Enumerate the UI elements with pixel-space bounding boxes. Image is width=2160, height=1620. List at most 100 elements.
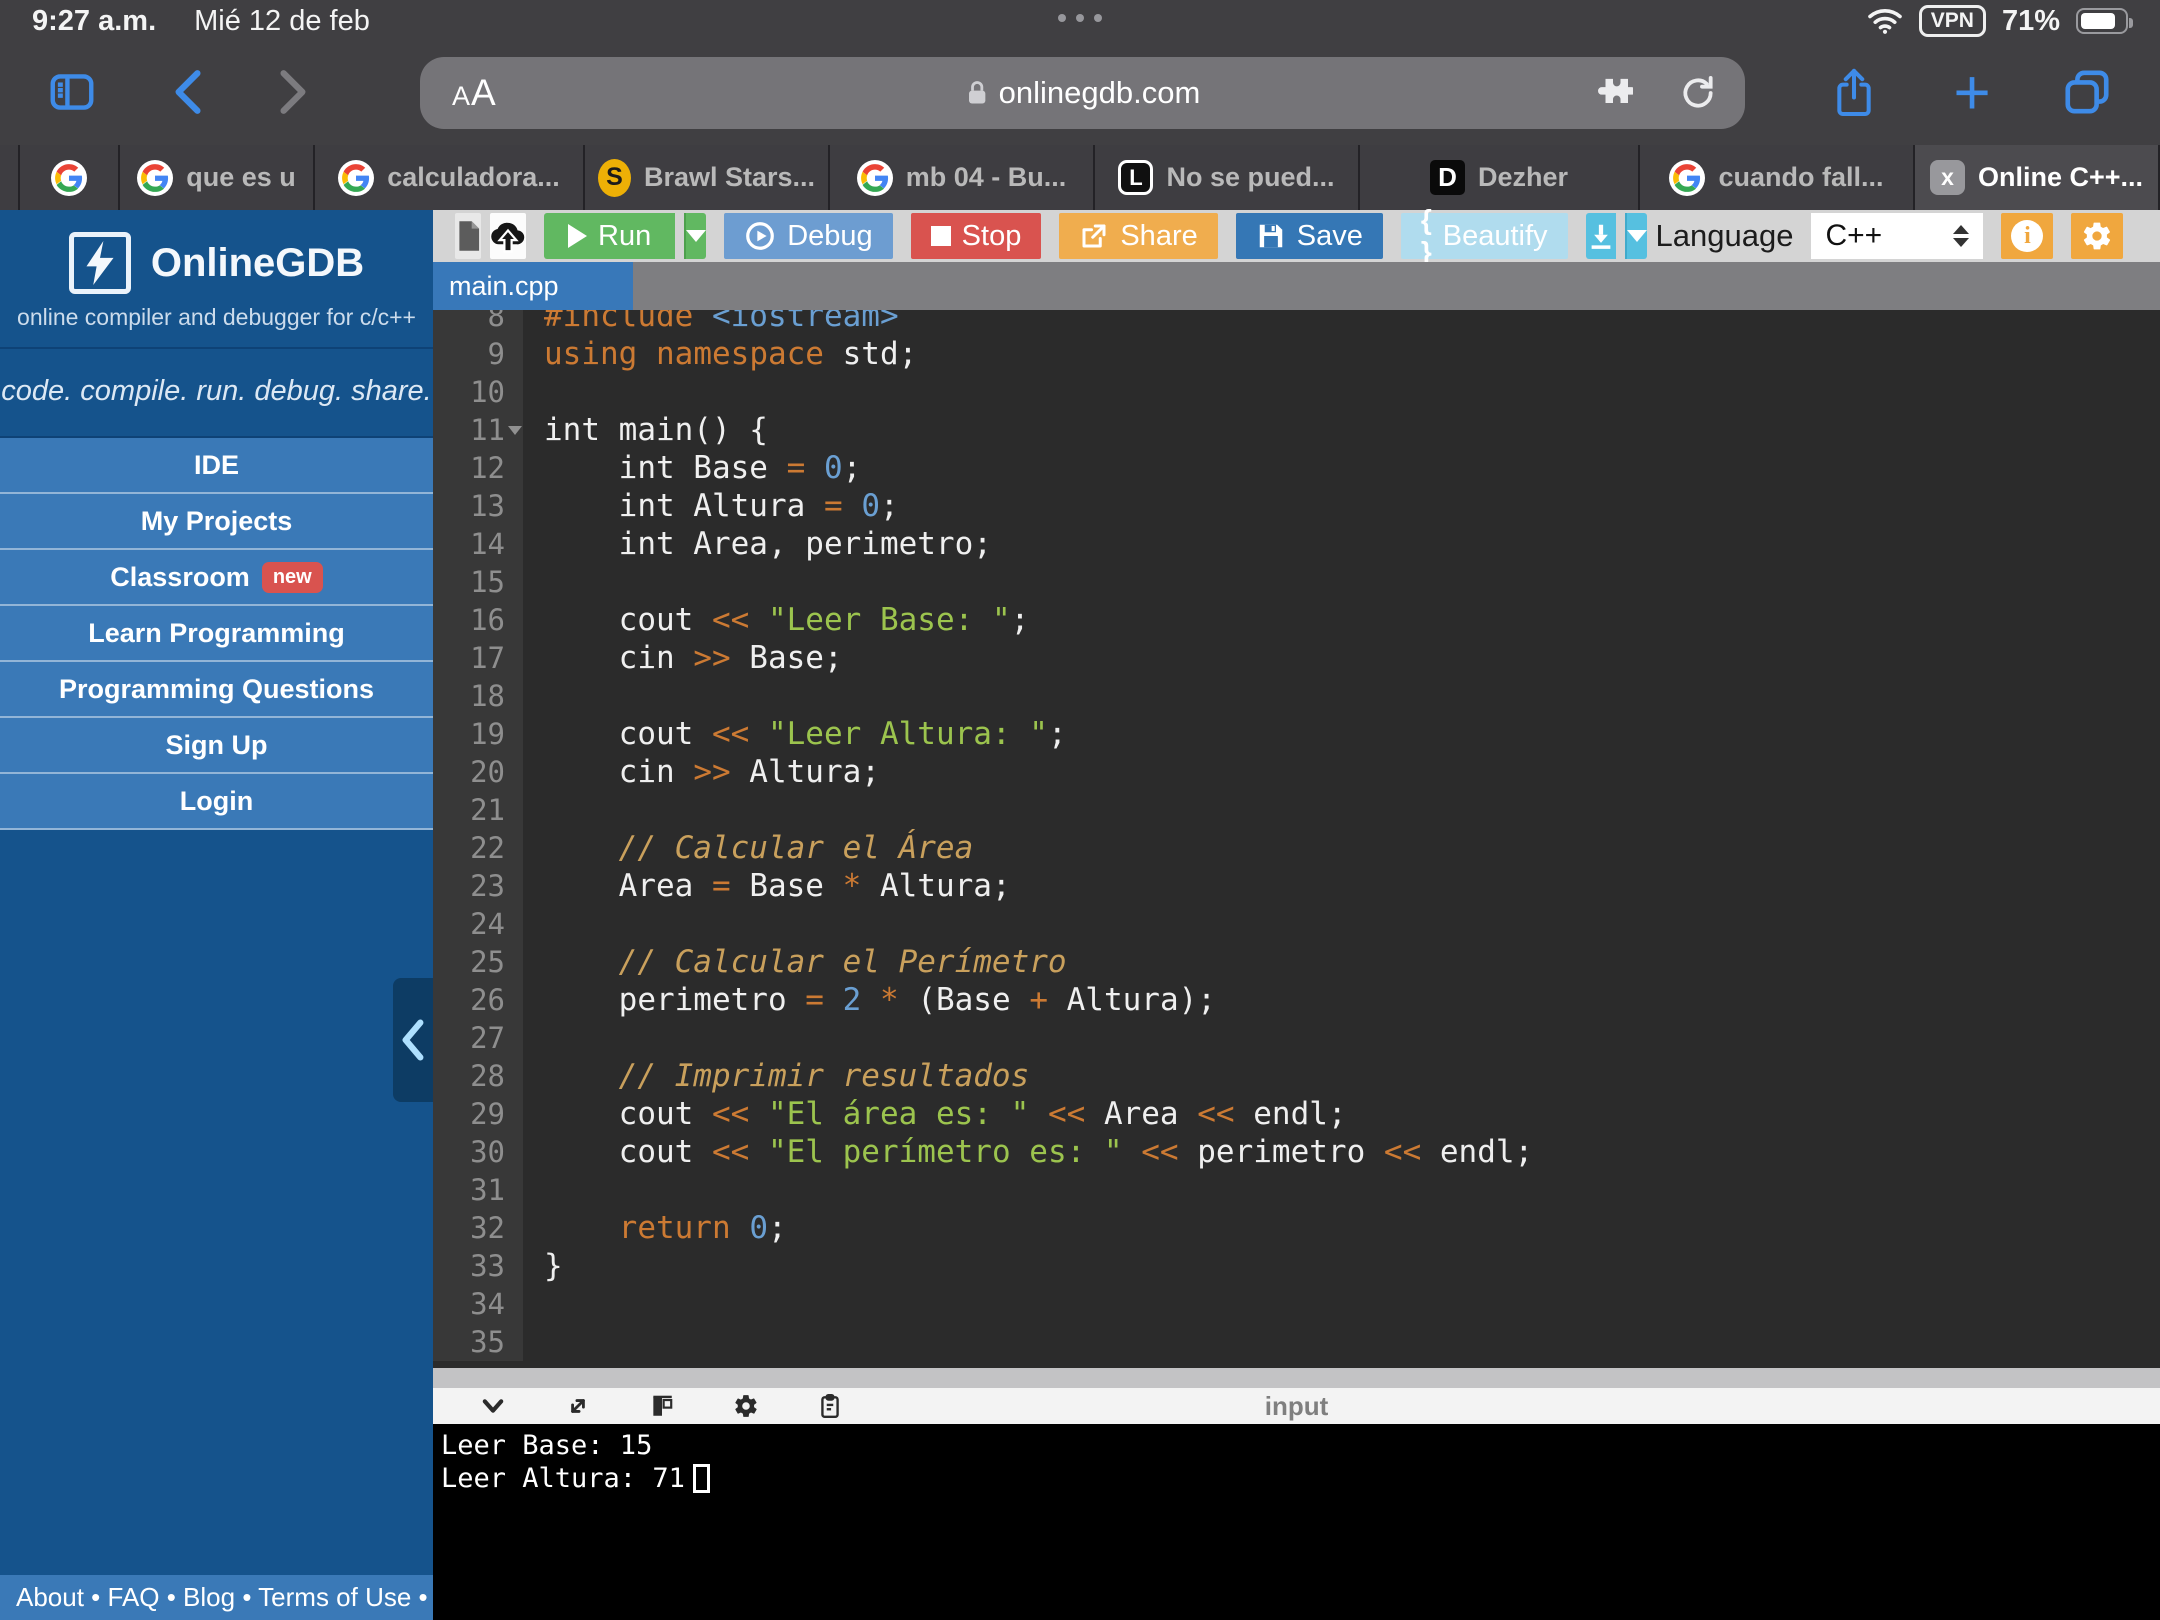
save-button[interactable]: Save bbox=[1236, 213, 1383, 259]
l-favicon: L bbox=[1118, 160, 1153, 195]
language-select[interactable]: C++ bbox=[1811, 213, 1983, 259]
line-number: 13 bbox=[433, 487, 523, 525]
reader-mode-button[interactable]: AA bbox=[452, 72, 497, 114]
code-text: cout << "Leer Altura: "; bbox=[523, 715, 1067, 753]
clock: 9:27 a.m. bbox=[32, 5, 156, 38]
editor-tab-main-cpp[interactable]: main.cpp bbox=[433, 262, 633, 310]
sidebar-collapse-handle[interactable] bbox=[393, 978, 433, 1102]
file-icon bbox=[455, 220, 481, 252]
console-settings-gear-icon[interactable] bbox=[733, 1393, 759, 1419]
browser-tab[interactable] bbox=[0, 145, 20, 210]
stop-square-icon bbox=[931, 226, 951, 246]
code-text: #include <iostream> bbox=[523, 310, 899, 335]
browser-tab-title: Brawl Stars... bbox=[644, 162, 815, 193]
sidebar-item-label: Classroom bbox=[110, 562, 250, 593]
code-line: 12 int Base = 0; bbox=[433, 449, 2160, 487]
clipboard-icon[interactable] bbox=[817, 1393, 843, 1419]
sidebar-item-sign-up[interactable]: Sign Up bbox=[0, 718, 433, 774]
console-line: Leer Altura: 71 bbox=[441, 1462, 2160, 1495]
console-output[interactable]: Leer Base: 15Leer Altura: 71 bbox=[433, 1424, 2160, 1620]
code-text: // Calcular el Área bbox=[523, 829, 973, 867]
code-text bbox=[523, 791, 544, 829]
new-file-button[interactable] bbox=[455, 213, 481, 259]
status-bar: 9:27 a.m. Mié 12 de feb VPN 71% bbox=[0, 0, 2160, 42]
select-chevrons-icon bbox=[1953, 225, 1969, 247]
terminal-cursor bbox=[693, 1464, 710, 1493]
collapse-console-icon[interactable] bbox=[479, 1394, 507, 1418]
share-code-button[interactable]: Share bbox=[1059, 213, 1217, 259]
sidebar-item-my-projects[interactable]: My Projects bbox=[0, 494, 433, 550]
code-line: 14 int Area, perimetro; bbox=[433, 525, 2160, 563]
tabs-overview-icon[interactable] bbox=[2055, 60, 2119, 124]
code-text: using namespace std; bbox=[523, 335, 917, 373]
sidebar-item-login[interactable]: Login bbox=[0, 774, 433, 830]
code-line: 17 cin >> Base; bbox=[433, 639, 2160, 677]
line-number: 26 bbox=[433, 981, 523, 1019]
app-subtitle: online compiler and debugger for c/c++ bbox=[0, 304, 433, 349]
browser-tab-title: que es u bbox=[186, 162, 296, 193]
sidebar-item-learn-programming[interactable]: Learn Programming bbox=[0, 606, 433, 662]
browser-tab-active[interactable]: xOnline C++... bbox=[1915, 145, 2160, 210]
code-line: 35 bbox=[433, 1323, 2160, 1361]
code-text: int Area, perimetro; bbox=[523, 525, 992, 563]
code-line: 11int main() { bbox=[433, 411, 2160, 449]
floppy-disk-icon bbox=[1256, 221, 1286, 251]
download-button[interactable] bbox=[1586, 213, 1616, 259]
browser-tab[interactable]: SBrawl Stars... bbox=[585, 145, 830, 210]
vpn-badge: VPN bbox=[1919, 5, 1986, 37]
extensions-puzzle-icon[interactable] bbox=[1593, 73, 1633, 113]
info-icon: i bbox=[2011, 220, 2043, 252]
code-text: // Imprimir resultados bbox=[523, 1057, 1029, 1095]
panel-layout-icon[interactable] bbox=[649, 1393, 675, 1419]
share-icon[interactable] bbox=[1822, 60, 1886, 124]
expand-console-icon[interactable] bbox=[565, 1393, 591, 1419]
browser-tab[interactable]: calculadora... bbox=[315, 145, 585, 210]
home-indicator-dots-icon[interactable] bbox=[1058, 14, 1102, 22]
info-button[interactable]: i bbox=[2001, 213, 2053, 259]
code-text: cout << "El perímetro es: " << perimetro… bbox=[523, 1133, 1533, 1171]
browser-tab[interactable] bbox=[20, 145, 120, 210]
stop-button[interactable]: Stop bbox=[911, 213, 1042, 259]
code-editor[interactable]: 8#include <iostream>9using namespace std… bbox=[433, 310, 2160, 1368]
browser-tab[interactable]: que es u bbox=[120, 145, 315, 210]
sidebar-item-programming-questions[interactable]: Programming Questions bbox=[0, 662, 433, 718]
line-number: 15 bbox=[433, 563, 523, 601]
code-text: Area = Base * Altura; bbox=[523, 867, 1011, 905]
debug-button[interactable]: Debug bbox=[724, 213, 892, 259]
beautify-button[interactable]: { } Beautify bbox=[1401, 213, 1568, 259]
editor-scrollbar[interactable] bbox=[433, 1368, 2160, 1388]
fold-caret-icon[interactable] bbox=[508, 426, 522, 435]
browser-tab[interactable]: cuando fall... bbox=[1640, 145, 1915, 210]
new-tab-plus-icon[interactable]: + bbox=[1940, 60, 2004, 124]
run-button[interactable]: Run bbox=[544, 213, 675, 259]
run-options-dropdown[interactable] bbox=[684, 213, 706, 259]
browser-tab[interactable]: mb 04 - Bu... bbox=[830, 145, 1095, 210]
browser-tab[interactable]: DDezher bbox=[1360, 145, 1640, 210]
sidebar-item-classroom[interactable]: Classroom new bbox=[0, 550, 433, 606]
sidebar-footer-links[interactable]: About • FAQ • Blog • Terms of Use • bbox=[0, 1575, 433, 1620]
code-text: cout << "Leer Base: "; bbox=[523, 601, 1029, 639]
code-text bbox=[523, 563, 544, 601]
code-text: int main() { bbox=[523, 411, 768, 449]
url-host: onlinegdb.com bbox=[999, 75, 1201, 111]
code-line: 26 perimetro = 2 * (Base + Altura); bbox=[433, 981, 2160, 1019]
line-number: 32 bbox=[433, 1209, 523, 1247]
browser-tab-title: mb 04 - Bu... bbox=[906, 162, 1067, 193]
reload-icon[interactable] bbox=[1679, 74, 1717, 112]
sidebar-item-ide[interactable]: IDE bbox=[0, 438, 433, 494]
line-number: 30 bbox=[433, 1133, 523, 1171]
browser-tab[interactable]: LNo se pued... bbox=[1095, 145, 1360, 210]
address-bar[interactable]: AA onlinegdb.com bbox=[420, 57, 1745, 129]
upload-project-button[interactable] bbox=[490, 213, 526, 259]
line-number: 33 bbox=[433, 1247, 523, 1285]
forward-button[interactable] bbox=[262, 60, 326, 124]
generic-favicon: x bbox=[1930, 160, 1965, 195]
settings-button[interactable] bbox=[2071, 213, 2123, 259]
back-button[interactable] bbox=[155, 60, 219, 124]
download-options-dropdown[interactable] bbox=[1625, 213, 1647, 259]
braces-icon: { } bbox=[1421, 204, 1432, 268]
code-line: 23 Area = Base * Altura; bbox=[433, 867, 2160, 905]
new-badge: new bbox=[262, 562, 323, 593]
sidebar-toggle-icon[interactable] bbox=[40, 60, 104, 124]
line-number: 34 bbox=[433, 1285, 523, 1323]
